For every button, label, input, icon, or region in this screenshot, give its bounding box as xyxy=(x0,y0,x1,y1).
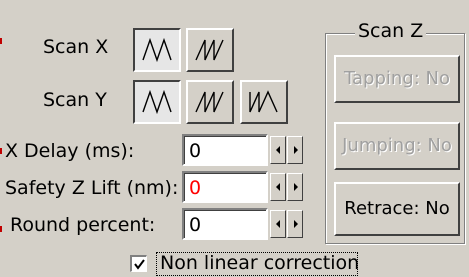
spin-right-arrow-icon xyxy=(294,183,298,191)
x-delay-decrement[interactable] xyxy=(270,136,286,164)
round-percent-label: Round percent: xyxy=(10,214,156,236)
x-delay-increment[interactable] xyxy=(287,136,303,164)
scan-x-triangle-button[interactable] xyxy=(133,28,181,72)
spin-left-arrow-icon xyxy=(276,183,280,191)
checkmark-icon xyxy=(134,259,145,270)
safety-z-lift-value: 0 xyxy=(189,177,202,199)
retrace-button[interactable]: Retrace: No xyxy=(334,182,460,236)
x-delay-input[interactable]: 0 xyxy=(182,134,268,166)
spin-left-arrow-icon xyxy=(276,146,280,154)
triangle-wave-icon xyxy=(142,37,172,63)
tapping-button[interactable]: Tapping: No xyxy=(334,55,460,103)
safety-z-lift-input[interactable]: 0 xyxy=(182,171,268,203)
x-delay-value: 0 xyxy=(189,140,202,162)
round-percent-input[interactable]: 0 xyxy=(182,208,268,240)
spin-right-arrow-icon xyxy=(294,220,298,228)
sawtooth-forward-icon xyxy=(195,39,224,61)
spin-right-arrow-icon xyxy=(294,146,298,154)
triangle-wave-icon xyxy=(142,89,172,115)
scan-y-triangle-button[interactable] xyxy=(133,80,181,124)
round-percent-increment[interactable] xyxy=(287,210,303,238)
sawtooth-forward-icon xyxy=(195,91,224,113)
round-percent-decrement[interactable] xyxy=(270,210,286,238)
spin-left-arrow-icon xyxy=(276,220,280,228)
left-edge-mark xyxy=(0,148,2,154)
safety-z-lift-increment[interactable] xyxy=(287,173,303,201)
sawtooth-reverse-icon xyxy=(249,90,278,113)
safety-z-lift-decrement[interactable] xyxy=(270,173,286,201)
nonlinear-checkbox[interactable] xyxy=(130,255,147,272)
scan-y-label: Scan Y xyxy=(43,89,107,111)
scan-y-sawtooth-reverse-button[interactable] xyxy=(240,80,288,124)
x-delay-label: X Delay (ms): xyxy=(5,140,135,162)
left-edge-mark xyxy=(0,38,2,44)
left-edge-mark xyxy=(0,226,2,232)
scan-x-sawtooth-button[interactable] xyxy=(186,28,234,72)
safety-z-lift-label: Safety Z Lift (nm): xyxy=(5,177,179,199)
round-percent-value: 0 xyxy=(189,214,202,236)
jumping-button[interactable]: Jumping: No xyxy=(334,122,460,170)
scan-z-title: Scan Z xyxy=(355,20,427,42)
nonlinear-label[interactable]: Non linear correction xyxy=(160,252,359,274)
scan-y-sawtooth-forward-button[interactable] xyxy=(186,80,234,124)
scan-x-label: Scan X xyxy=(43,36,109,58)
